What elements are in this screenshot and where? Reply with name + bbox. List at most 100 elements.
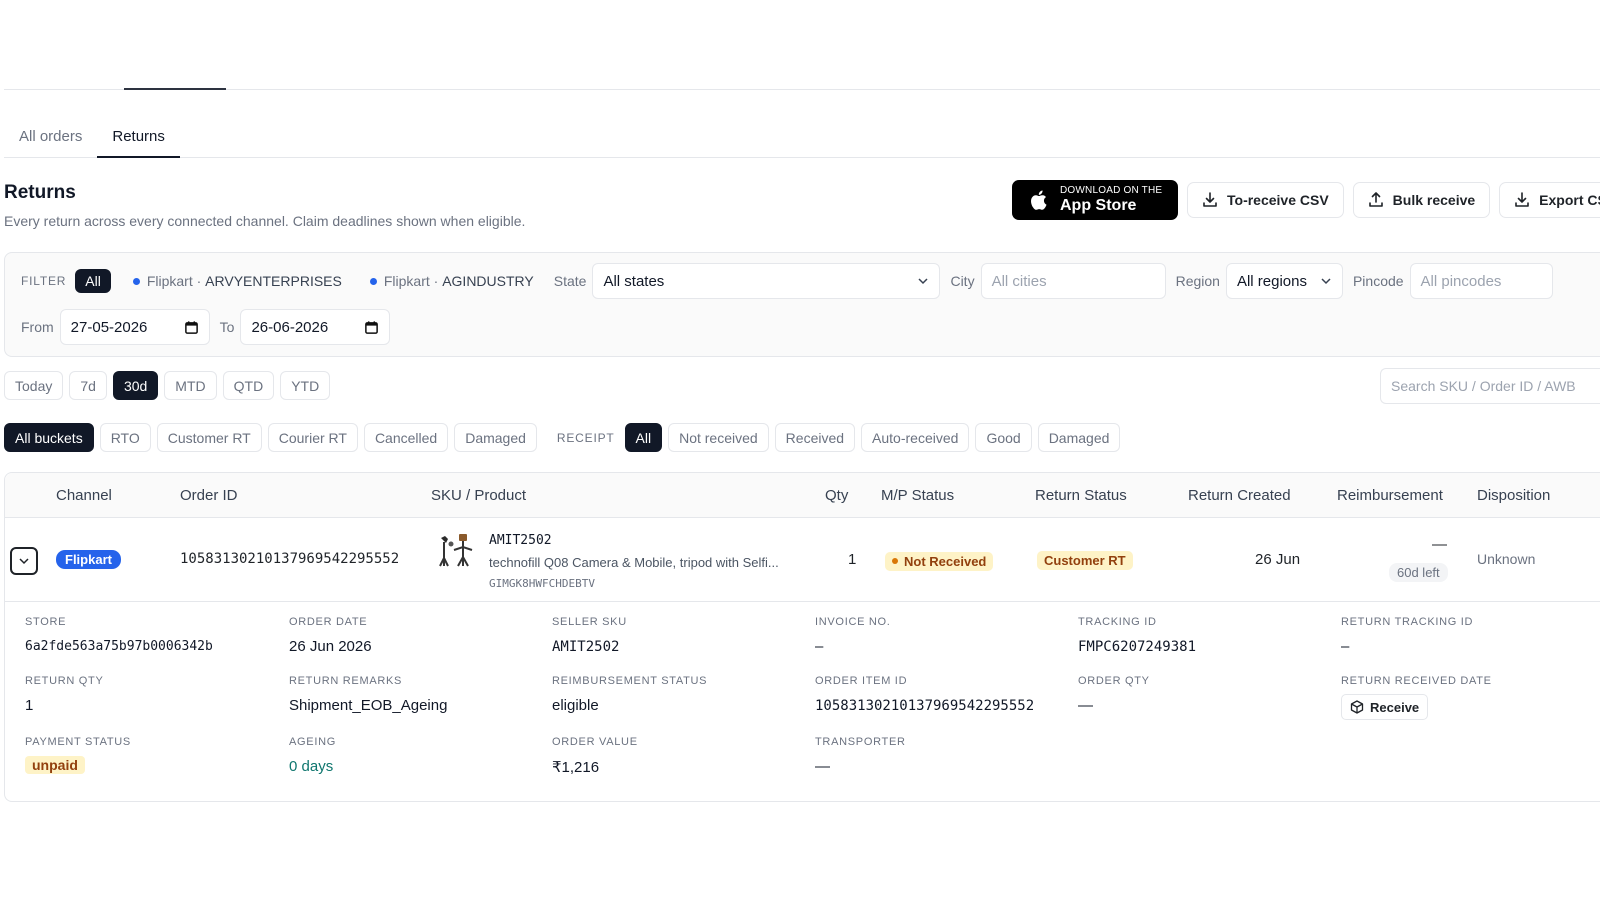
calendar-icon <box>365 320 379 334</box>
store-name: AGINDUSTRY <box>442 273 534 289</box>
row-details: STORE 6a2fde563a75b97b0006342b ORDER DAT… <box>5 603 1600 801</box>
bucket-courier-rt[interactable]: Courier RT <box>267 423 358 452</box>
detail-value: ₹1,216 <box>552 759 600 776</box>
city-input[interactable]: All cities <box>980 263 1166 299</box>
col-sku-product[interactable]: SKU / Product <box>431 487 526 504</box>
receipt-not-received[interactable]: Not received <box>668 423 769 452</box>
receipt-auto-received[interactable]: Auto-received <box>861 423 970 452</box>
detail-value: 26 Jun 2026 <box>289 638 372 655</box>
detail-key: ORDER QTY <box>1078 675 1150 687</box>
detail-value: 10583130210137969542295552 <box>815 698 1035 714</box>
col-return-created[interactable]: Return Created <box>1188 487 1291 504</box>
detail-key: RETURN REMARKS <box>289 675 403 687</box>
col-order-id[interactable]: Order ID <box>180 487 238 504</box>
col-return-status[interactable]: Return Status <box>1035 487 1127 504</box>
receipt-received[interactable]: Received <box>774 423 856 452</box>
period-7d[interactable]: 7d <box>69 371 107 400</box>
export-csv-label: Export CSV <box>1539 192 1600 208</box>
receipt-damaged[interactable]: Damaged <box>1037 423 1121 452</box>
col-channel[interactable]: Channel <box>56 487 112 504</box>
from-date-value: 27-05-2026 <box>70 318 148 336</box>
store-separator: · <box>192 273 206 289</box>
payment-status-badge: unpaid <box>25 756 85 774</box>
bulk-receive-label: Bulk receive <box>1392 192 1476 208</box>
receipt-all[interactable]: All <box>624 423 663 452</box>
bucket-damaged[interactable]: Damaged <box>454 423 537 452</box>
store-option[interactable]: Flipkart · AGINDUSTRY <box>369 273 534 289</box>
period-today[interactable]: Today <box>4 371 64 400</box>
package-icon <box>1350 700 1364 714</box>
download-icon <box>1203 192 1217 207</box>
state-select[interactable]: All states <box>592 263 941 299</box>
from-date-input[interactable]: 27-05-2026 <box>59 309 210 345</box>
col-disposition[interactable]: Disposition <box>1477 487 1550 504</box>
filter-row-2: From 27-05-2026 To 26-06-2026 <box>21 309 391 345</box>
receive-button[interactable]: Receive <box>1341 694 1429 720</box>
pincode-input[interactable]: All pincodes <box>1409 263 1553 299</box>
order-id[interactable]: 10583130210137969542295552 <box>180 551 399 567</box>
sku-code: AMIT2502 <box>489 533 552 548</box>
period-ytd[interactable]: YTD <box>280 371 331 400</box>
period-30d[interactable]: 30d <box>112 371 159 400</box>
bucket-rto[interactable]: RTO <box>99 423 151 452</box>
col-reimbursement[interactable]: Reimbursement <box>1337 487 1443 504</box>
bucket-filters: All buckets RTO Customer RT Courier RT C… <box>4 423 1121 452</box>
return-status-badge: Customer RT <box>1037 551 1133 570</box>
detail-value: 0 days <box>289 758 334 775</box>
table-row[interactable]: Flipkart 10583130210137969542295552 AMIT… <box>5 518 1600 602</box>
top-nav-active-indicator <box>124 88 226 90</box>
to-date-value: 26-06-2026 <box>251 318 329 336</box>
state-select-value: All states <box>603 272 665 290</box>
page-subtitle: Every return across every connected chan… <box>4 213 526 229</box>
store-option[interactable]: Flipkart · ARVYENTERPRISES <box>132 273 342 289</box>
col-qty[interactable]: Qty <box>825 487 848 504</box>
filter-row-1: FILTER All Flipkart · ARVYENTERPRISES Fl… <box>21 263 1553 299</box>
mp-status-badge: Not Received <box>885 551 994 571</box>
filter-all-chip[interactable]: All <box>75 269 111 293</box>
filter-panel: FILTER All Flipkart · ARVYENTERPRISES Fl… <box>4 252 1600 357</box>
bucket-all[interactable]: All buckets <box>4 423 94 452</box>
detail-value: Shipment_EOB_Ageing <box>289 697 448 714</box>
receipt-label: RECEIPT <box>556 430 615 445</box>
detail-value: 1 <box>25 697 34 714</box>
detail-key: ORDER ITEM ID <box>815 675 908 687</box>
detail-key: REIMBURSEMENT STATUS <box>552 675 708 687</box>
return-created-value: 26 Jun <box>1255 551 1301 568</box>
app-store-badge[interactable]: DOWNLOAD ON THE App Store <box>1012 180 1178 220</box>
search-input[interactable]: Search SKU / Order ID / AWB <box>1380 368 1600 404</box>
detail-key: TRACKING ID <box>1078 616 1157 628</box>
header-actions: DOWNLOAD ON THE App Store To-receive CSV… <box>1012 180 1600 220</box>
detail-value: – <box>1341 638 1350 655</box>
to-receive-csv-button[interactable]: To-receive CSV <box>1187 182 1344 218</box>
expand-row-button[interactable] <box>10 547 38 575</box>
receipt-good[interactable]: Good <box>975 423 1032 452</box>
days-left-cell: 60d left <box>1389 563 1448 582</box>
state-label: State <box>553 273 587 289</box>
disposition-value: Unknown <box>1477 551 1536 567</box>
from-label: From <box>21 319 54 335</box>
bucket-cancelled[interactable]: Cancelled <box>363 423 449 452</box>
period-mtd[interactable]: MTD <box>164 371 217 400</box>
detail-value: AMIT2502 <box>552 639 620 655</box>
days-left-badge: 60d left <box>1389 563 1448 582</box>
detail-key: RETURN RECEIVED DATE <box>1341 675 1492 687</box>
export-csv-button[interactable]: Export CSV <box>1499 182 1600 218</box>
bucket-customer-rt[interactable]: Customer RT <box>156 423 262 452</box>
bulk-receive-button[interactable]: Bulk receive <box>1352 182 1491 218</box>
tab-all-orders[interactable]: All orders <box>4 118 97 158</box>
to-date-input[interactable]: 26-06-2026 <box>240 309 391 345</box>
upload-icon <box>1368 192 1383 207</box>
region-select-value: All regions <box>1236 272 1307 290</box>
col-mp-status[interactable]: M/P Status <box>881 487 954 504</box>
tab-returns[interactable]: Returns <box>97 118 180 158</box>
channel-cell: Flipkart <box>56 550 121 569</box>
detail-key: RETURN TRACKING ID <box>1341 616 1474 628</box>
region-select[interactable]: All regions <box>1225 263 1343 299</box>
product-fsn: GIMGK8HWFCHDEBTV <box>489 577 595 590</box>
detail-value: FMPC6207249381 <box>1078 639 1197 655</box>
store-channel: Flipkart <box>146 273 193 289</box>
period-qtd[interactable]: QTD <box>222 371 275 400</box>
detail-value: – <box>815 638 824 655</box>
detail-key: INVOICE NO. <box>815 616 891 628</box>
chevron-down-icon <box>918 278 928 285</box>
